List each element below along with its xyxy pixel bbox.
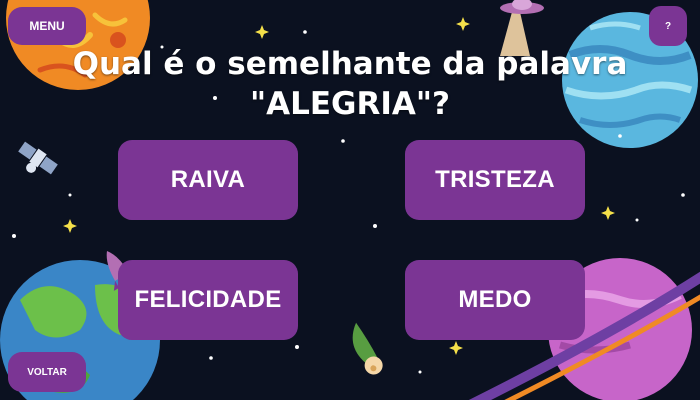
- help-button[interactable]: ?: [649, 6, 687, 46]
- satellite-icon: [18, 141, 58, 175]
- comet-icon: [352, 322, 383, 375]
- answer-button-raiva[interactable]: RAIVA: [118, 140, 298, 220]
- answer-button-felicidade[interactable]: FELICIDADE: [118, 260, 298, 340]
- question-line-2: "ALEGRIA"?: [249, 86, 451, 122]
- menu-button[interactable]: MENU: [8, 7, 86, 45]
- answer-button-medo[interactable]: MEDO: [405, 260, 585, 340]
- question-line-1: Qual é o semelhante da palavra: [72, 46, 628, 82]
- back-button[interactable]: VOLTAR: [8, 352, 86, 392]
- answer-button-tristeza[interactable]: TRISTEZA: [405, 140, 585, 220]
- question-text: Qual é o semelhante da palavra "ALEGRIA"…: [60, 44, 640, 124]
- game-screen: MENU ? VOLTAR Qual é o semelhante da pal…: [0, 0, 700, 400]
